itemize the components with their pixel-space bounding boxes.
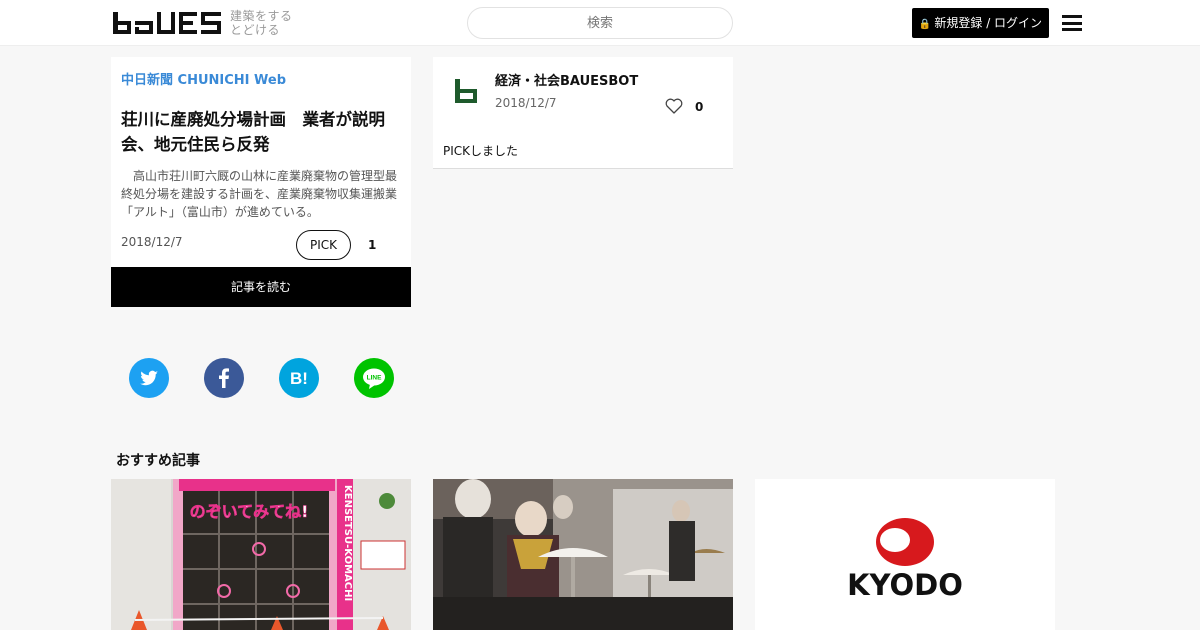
thumb1-side-text: KENSETSU-KOMACHI — [342, 485, 353, 601]
site-tagline: 建築をする とどける — [230, 9, 293, 37]
recommended-thumbnail-2 — [433, 479, 733, 630]
facebook-icon — [204, 358, 244, 398]
recommended-heading: おすすめ記事 — [116, 453, 200, 469]
recommended-article-1[interactable]: のぞいてみてね! KENSETSU-KOMACHI — [111, 479, 411, 630]
pick-comment: PICKしました — [443, 144, 519, 158]
hatena-bookmark-share-button[interactable]: B! — [279, 358, 319, 398]
search-input[interactable] — [467, 7, 733, 39]
recommended-thumbnail-3: KYODO — [755, 479, 1055, 630]
like-count: 0 — [695, 100, 704, 114]
line-icon: LINE — [354, 358, 394, 398]
pick-button[interactable]: PICK — [296, 230, 351, 260]
pick-card: 経済・社会BAUESBOT 2018/12/7 0 PICKしました — [433, 57, 733, 169]
article-card: 中日新聞 CHUNICHI Web 荘川に産廃処分場計画 業者が説明会、地元住民… — [111, 57, 411, 307]
twitter-share-button[interactable] — [129, 358, 169, 398]
heart-icon[interactable] — [665, 98, 683, 114]
article-source[interactable]: 中日新聞 CHUNICHI Web — [121, 69, 286, 88]
recommended-article-3[interactable]: KYODO — [755, 479, 1055, 630]
twitter-icon — [129, 358, 169, 398]
hatena-text: B! — [290, 369, 308, 388]
login-label: 新規登録 / ログイン — [934, 16, 1043, 30]
pick-count: 1 — [368, 238, 377, 252]
recommended-article-2[interactable] — [433, 479, 733, 630]
hatena-bookmark-icon: B! — [279, 358, 319, 398]
tagline-line1: 建築をする — [230, 9, 293, 23]
pick-date: 2018/12/7 — [495, 96, 557, 110]
pick-user-name[interactable]: 経済・社会BAUESBOT — [495, 70, 638, 89]
bot-avatar-icon[interactable] — [455, 79, 479, 103]
tagline-line2: とどける — [230, 23, 281, 37]
signup-login-button[interactable]: 🔒 新規登録 / ログイン — [912, 8, 1049, 38]
thumb3-text: KYODO — [847, 568, 963, 602]
facebook-share-button[interactable] — [204, 358, 244, 398]
article-title[interactable]: 荘川に産廃処分場計画 業者が説明会、地元住民ら反発 — [121, 107, 406, 157]
line-share-button[interactable]: LINE — [354, 358, 394, 398]
lock-icon: 🔒 — [918, 19, 932, 30]
hamburger-menu-icon[interactable] — [1062, 15, 1082, 31]
line-text: LINE — [367, 375, 382, 382]
recommended-thumbnail-1: のぞいてみてね! KENSETSU-KOMACHI — [111, 479, 411, 630]
read-article-button[interactable]: 記事を読む — [111, 267, 411, 307]
site-logo-icon[interactable] — [113, 12, 221, 34]
thumb1-text: のぞいてみてね! — [190, 502, 309, 521]
article-excerpt: 高山市荘川町六厩の山林に産業廃棄物の管理型最終処分場を建設する計画を、産業廃棄物… — [121, 169, 398, 219]
site-header: 建築をする とどける 🔒新規登録 / ログイン — [0, 0, 1200, 46]
article-date: 2018/12/7 — [121, 235, 183, 249]
